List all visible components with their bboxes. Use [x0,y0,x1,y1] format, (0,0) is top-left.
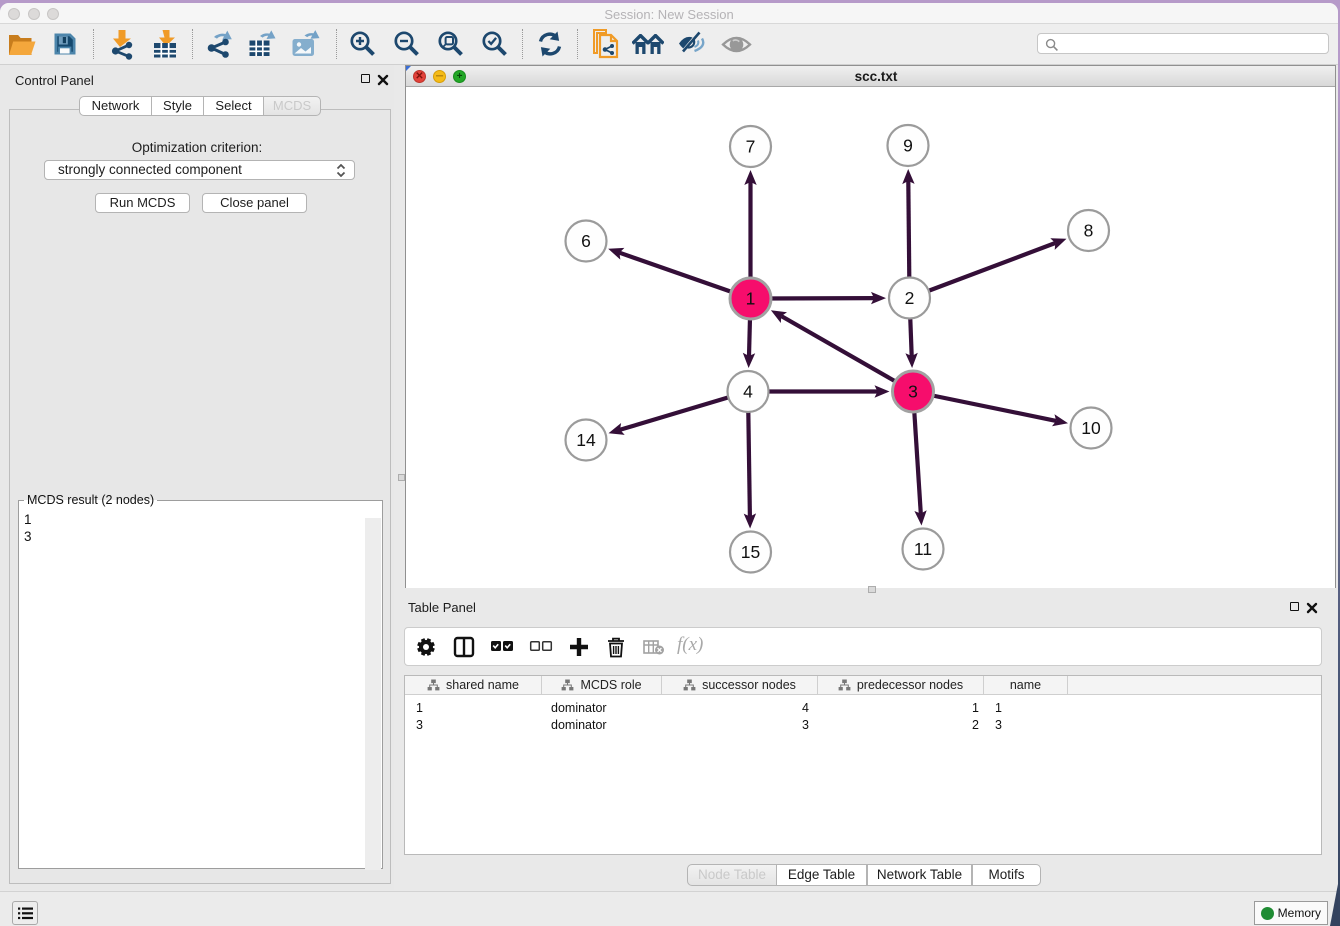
svg-text:4: 4 [743,382,753,402]
svg-text:3: 3 [908,382,918,402]
svg-text:9: 9 [903,136,913,156]
svg-text:8: 8 [1084,221,1094,241]
svg-text:11: 11 [914,539,932,559]
svg-text:1: 1 [746,289,756,309]
svg-text:7: 7 [746,137,756,157]
svg-text:2: 2 [905,288,915,308]
svg-text:10: 10 [1081,418,1101,438]
svg-text:14: 14 [576,430,596,450]
svg-text:15: 15 [741,542,760,562]
svg-text:6: 6 [581,231,591,251]
